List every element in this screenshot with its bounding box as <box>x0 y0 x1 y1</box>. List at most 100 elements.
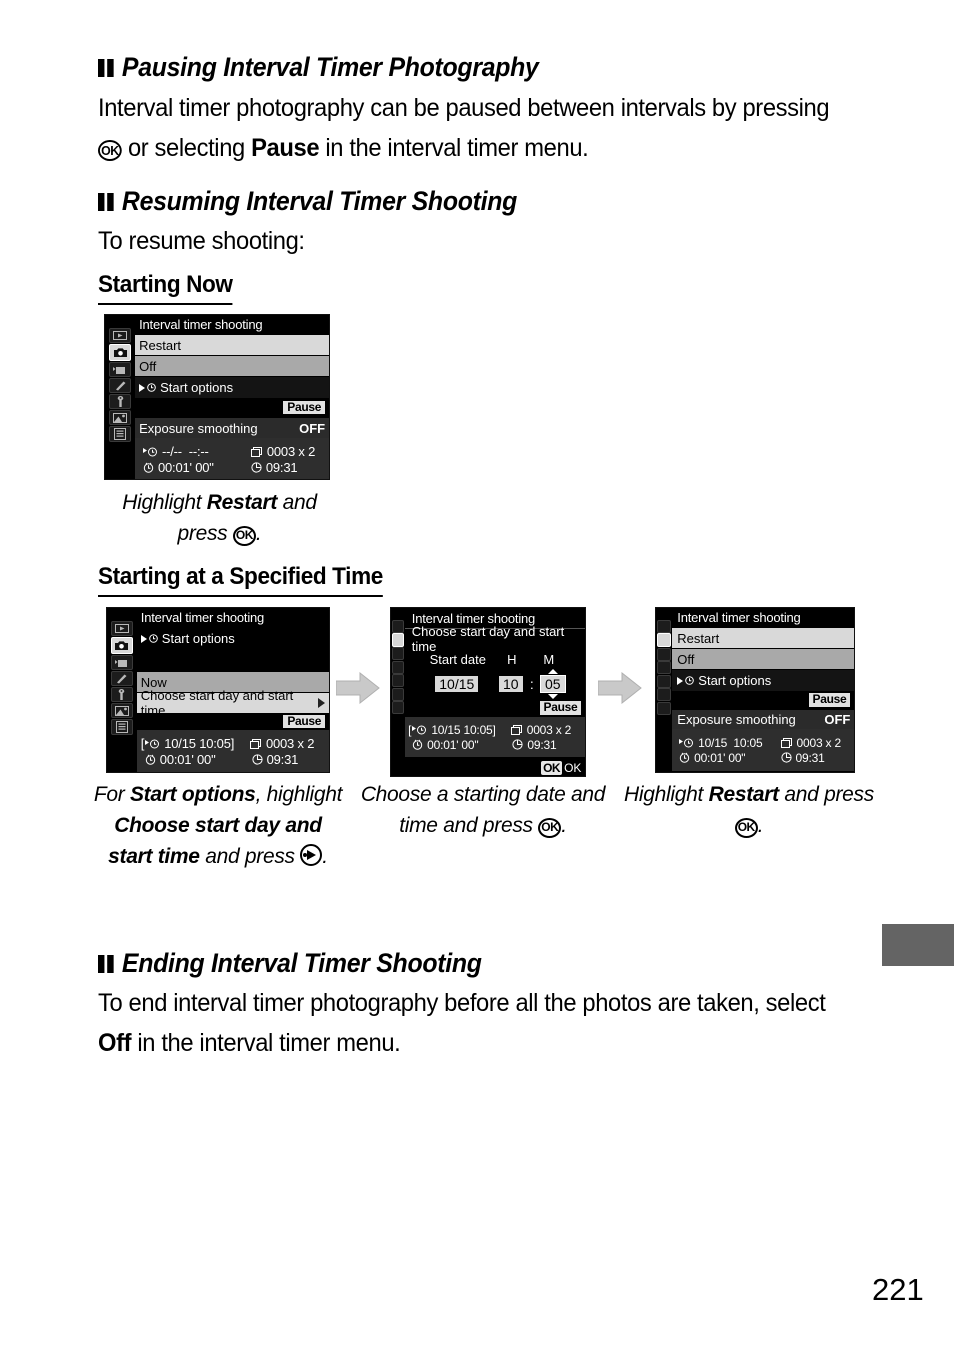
ok-badge: OK <box>541 761 563 775</box>
ok-hint-text: OK <box>564 761 582 775</box>
info-shots: 0003 x 2 <box>796 735 842 750</box>
playback-icon <box>391 619 404 633</box>
menu-row-start-options-label: Start options <box>160 380 234 395</box>
playback-icon <box>110 621 134 637</box>
date-entry-subtitle: Choose start day and start time <box>404 624 585 654</box>
info-start-date: 10/15 <box>164 736 196 751</box>
setup-menu-icon <box>108 394 132 410</box>
menu-row-restart[interactable]: Restart <box>135 334 329 355</box>
lcd-sidebar <box>391 608 405 776</box>
menu-row-start-options[interactable]: Start options <box>135 376 329 398</box>
start-time-icon <box>412 725 427 735</box>
heading-bars-icon <box>98 186 114 217</box>
lcd-title: Interval timer shooting <box>135 315 329 334</box>
menu-row-off[interactable]: Off <box>135 355 329 376</box>
info-bracket-open: [ <box>140 736 145 751</box>
lcd-title-text: Interval timer shooting <box>139 317 263 332</box>
date-value-field[interactable]: 10/15 <box>435 676 479 692</box>
lcd-screen-restart-now: Interval timer shooting Restart Off Star… <box>104 314 330 480</box>
recent-settings-icon <box>108 426 132 443</box>
heading-bars-icon <box>98 948 114 979</box>
minute-value-field[interactable]: 05 <box>539 675 566 693</box>
info-bracket-open: [ <box>408 722 412 737</box>
lcd-content: Interval timer shooting Restart Off Star… <box>671 608 854 772</box>
info-start-time: 10:05 <box>733 735 763 750</box>
section-heading-text: Pausing Interval Timer Photography <box>121 52 539 82</box>
frames-icon <box>250 446 263 457</box>
menu-row-off-label: Off <box>139 358 157 374</box>
lcd-title-text: Interval timer shooting <box>140 610 265 625</box>
start-time-icon <box>142 447 158 457</box>
info-interval: 00:01' 00" <box>159 752 216 767</box>
label-hour: H <box>507 651 517 667</box>
info-interval: 00:01' 00" <box>157 460 214 475</box>
shooting-menu-icon <box>110 637 134 655</box>
lcd-screen-date-entry: Interval timer shooting Choose start day… <box>390 607 586 777</box>
stepper-down-icon[interactable] <box>547 694 558 699</box>
paragraph-pausing-bold: Pause <box>251 134 320 162</box>
menu-row-start-options[interactable]: Start options <box>671 669 854 691</box>
interval-icon <box>143 462 154 473</box>
shooting-menu-icon <box>108 344 132 362</box>
movie-menu-icon <box>108 362 132 378</box>
menu-row-off[interactable]: Off <box>671 648 854 669</box>
section-heading-text: Resuming Interval Timer Shooting <box>121 186 518 216</box>
ok-button-icon: OK <box>538 818 562 838</box>
info-start-date: 10/15 <box>431 722 461 737</box>
frames-icon <box>780 737 793 748</box>
menu-row-exposure-smoothing[interactable]: Exposure smoothing OFF <box>135 417 329 438</box>
chapter-margin-tab <box>882 924 954 966</box>
movie-menu-icon <box>657 647 671 661</box>
menu-row-start-options-label: Start options <box>698 673 772 688</box>
info-end-time: 09:31 <box>265 460 298 475</box>
time-separator: : <box>529 676 534 692</box>
exposure-smoothing-value: OFF <box>824 712 851 727</box>
pause-badge: Pause <box>283 714 326 729</box>
menu-row-exposure-smoothing[interactable]: Exposure smoothing OFF <box>671 709 854 729</box>
lcd-title-text: Interval timer shooting <box>677 610 801 625</box>
hour-value-field[interactable]: 10 <box>498 676 523 692</box>
caption-starting-now: Highlight Restart and press OK. <box>98 487 341 549</box>
lcd-sidebar <box>105 315 136 479</box>
caption-step1-mid2: and press <box>199 845 301 868</box>
stepper-up-icon[interactable] <box>547 669 558 674</box>
multi-selector-right-icon <box>300 844 323 866</box>
info-end-time: 09:31 <box>795 750 825 765</box>
minute-stepper[interactable]: 05 <box>539 669 566 699</box>
clock-icon <box>685 676 695 685</box>
movie-menu-icon <box>391 647 404 661</box>
recent-settings-icon <box>391 701 404 715</box>
menu-row-restart[interactable]: Restart <box>671 627 854 648</box>
end-time-icon <box>780 752 792 763</box>
exposure-smoothing-label: Exposure smoothing <box>677 712 796 727</box>
info-start-time: 10:05 <box>199 736 231 751</box>
menu-row-choose-start-day[interactable]: Choose start day and start time <box>136 688 329 718</box>
info-panel: 10/15 10:05 0003 x 2 00:01' 00" 09:31 <box>671 729 854 771</box>
menu-row-off-label: Off <box>677 651 695 667</box>
info-start-time: 10:05 <box>463 722 493 737</box>
subheading-starting-specified-time: Starting at a Specified Time <box>98 563 383 597</box>
caption-step3-pre: Highlight <box>624 783 709 806</box>
ok-button-icon: OK <box>232 526 256 546</box>
section-heading-pausing: Pausing Interval Timer Photography <box>98 52 539 83</box>
menu-row-restart-label: Restart <box>677 630 720 646</box>
info-start-time: --:-- <box>188 444 209 459</box>
caption-step1-mid1: , highlight <box>255 783 343 806</box>
caption-step1-bold1: Start options <box>129 783 256 806</box>
lcd-content: Interval timer shooting Start options No… <box>136 608 329 772</box>
exposure-smoothing-value: OFF <box>299 420 326 436</box>
lcd-title: Interval timer shooting <box>136 608 329 627</box>
caption-step-1: For Start options, highlight Choose star… <box>92 779 344 872</box>
pause-status-row: Pause <box>404 699 585 717</box>
info-end-time: 09:31 <box>527 737 557 752</box>
caption-step-2: Choose a starting date and time and pres… <box>355 779 611 841</box>
retouch-menu-icon <box>391 687 404 701</box>
date-entry-labels: Start date H M <box>405 649 585 669</box>
end-time-icon <box>512 739 524 750</box>
pause-badge: Pause <box>808 692 851 707</box>
retouch-menu-icon <box>110 703 134 719</box>
submenu-arrow-icon <box>677 676 684 685</box>
info-start-date: --/-- <box>161 444 182 459</box>
info-end-time: 09:31 <box>266 752 299 767</box>
setup-menu-icon <box>110 687 134 703</box>
